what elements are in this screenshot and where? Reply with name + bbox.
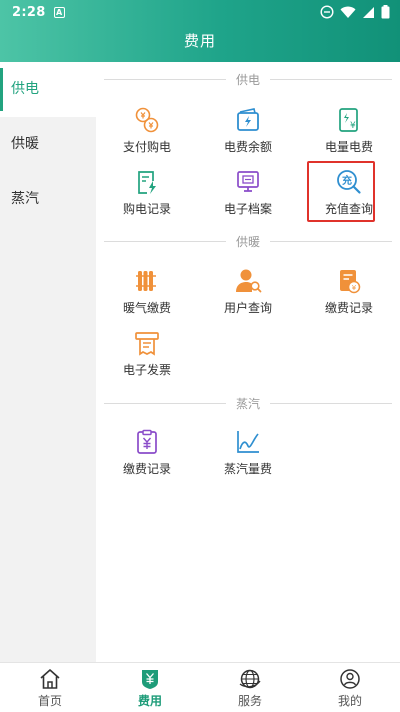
svg-text:¥: ¥ (352, 284, 357, 292)
highlight-box (307, 161, 375, 222)
signal-icon (363, 6, 374, 18)
monitor-archive-icon (237, 171, 259, 192)
nav-services[interactable]: 服务 (200, 663, 300, 712)
tile-label: 购电记录 (122, 202, 171, 216)
sidebar-item-heating[interactable]: 供暖 (0, 117, 96, 172)
user-query-button[interactable]: 用户查询 (202, 267, 294, 327)
clipboard-yuan-icon (137, 429, 157, 454)
tile-label: 电子档案 (223, 202, 272, 216)
tile-label: 缴费记录 (122, 462, 171, 476)
status-bar: 2:28 A (0, 0, 400, 24)
nav-home[interactable]: 首页 (0, 663, 100, 712)
notification-badge-icon: A (53, 6, 65, 18)
sidebar-item-power[interactable]: 供电 (0, 62, 96, 117)
nav-label: 服务 (237, 694, 262, 708)
section-header-steam: 蒸汽 (104, 395, 393, 411)
status-icons (320, 5, 390, 19)
purchase-record-icon (138, 171, 156, 194)
section-header-heating: 供暖 (104, 233, 393, 249)
electricity-bill-button[interactable]: ¥ 电量电费 (303, 106, 395, 166)
steam-payment-record-button[interactable]: 缴费记录 (101, 428, 193, 488)
page-title: 费用 (183, 32, 216, 50)
nav-mine[interactable]: 我的 (300, 663, 400, 712)
sidebar-item-steam[interactable]: 蒸汽 (0, 172, 96, 227)
coin-exchange-icon (135, 107, 159, 133)
bottom-nav: 首页 费用 服务 我的 (0, 662, 400, 712)
category-sidebar: 供电 供暖 蒸汽 (0, 62, 96, 662)
electronic-archive-button[interactable]: 电子档案 (202, 168, 294, 228)
electric-bill-icon: ¥ (339, 108, 358, 132)
tile-label: 用户查询 (223, 301, 272, 315)
user-search-icon (236, 269, 262, 293)
radiator-icon (136, 271, 156, 291)
electric-wallet-icon (237, 108, 259, 131)
section-header-power: 供电 (104, 71, 393, 87)
purchase-record-button[interactable]: 购电记录 (101, 168, 193, 228)
tile-label: 电量电费 (324, 140, 373, 154)
status-time: 2:28 (12, 4, 46, 20)
receipt-icon (135, 332, 159, 356)
yuan-shield-icon (142, 670, 158, 689)
pay-electricity-button[interactable]: 支付购电 (101, 106, 193, 166)
nav-label: 费用 (137, 694, 162, 708)
tile-label: 支付购电 (122, 140, 171, 154)
user-icon (340, 669, 360, 689)
electricity-balance-button[interactable]: 电费余额 (202, 106, 294, 166)
globe-icon (239, 669, 261, 689)
nav-label: 我的 (337, 694, 362, 708)
do-not-disturb-icon (320, 5, 334, 19)
electronic-invoice-button[interactable]: 电子发票 (101, 329, 193, 389)
payment-record-button[interactable]: ¥ 缴费记录 (303, 267, 395, 327)
tile-label: 暖气缴费 (122, 301, 171, 315)
tile-label: 蒸汽量费 (223, 462, 272, 476)
fee-services-panel: 供电 支付购电 电费余额 ¥ 电量电费 购电记录 电子档案 充 充值查询 供暖 … (96, 62, 400, 662)
svg-text:¥: ¥ (350, 121, 356, 131)
app-header: 2:28 A 费用 (0, 0, 400, 62)
section-title: 供暖 (236, 234, 261, 249)
nav-label: 首页 (37, 694, 62, 708)
section-title: 供电 (236, 72, 261, 87)
heating-payment-button[interactable]: 暖气缴费 (101, 267, 193, 327)
tile-label: 缴费记录 (324, 301, 373, 315)
section-title: 蒸汽 (236, 396, 261, 411)
tile-label: 电子发票 (122, 363, 171, 377)
payment-record-icon: ¥ (340, 270, 361, 294)
nav-fees[interactable]: 费用 (100, 663, 200, 712)
wifi-icon (340, 6, 356, 18)
tile-label: 电费余额 (223, 140, 272, 154)
steam-volume-fee-button[interactable]: 蒸汽量费 (202, 428, 294, 488)
battery-icon (381, 5, 390, 19)
home-icon (40, 669, 60, 689)
line-chart-icon (237, 431, 259, 453)
